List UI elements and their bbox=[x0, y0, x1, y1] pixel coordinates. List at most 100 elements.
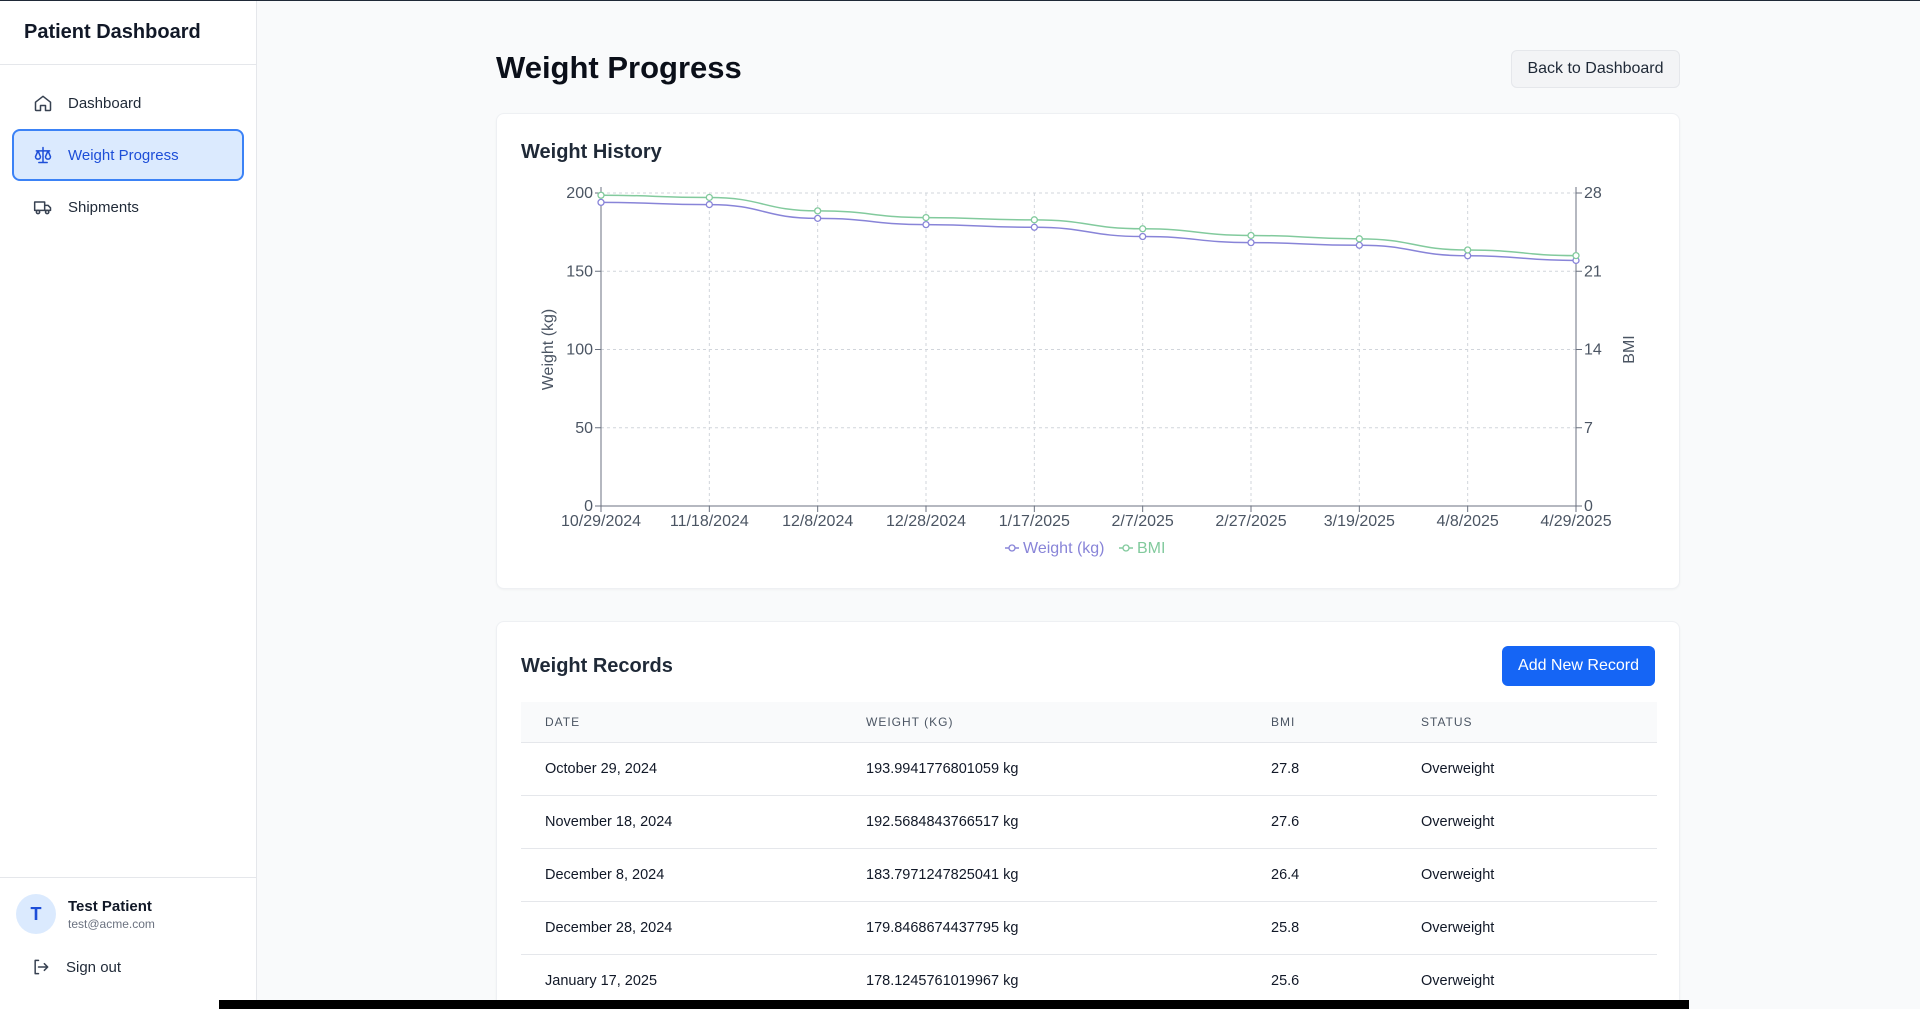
cell-date: January 17, 2025 bbox=[545, 973, 658, 989]
signout-label: Sign out bbox=[66, 958, 122, 976]
cell-status: Overweight bbox=[1421, 814, 1495, 830]
legend-swatch-marker bbox=[1122, 544, 1130, 552]
cell-bmi: 25.8 bbox=[1271, 920, 1300, 936]
cell-bmi: 27.6 bbox=[1271, 814, 1300, 830]
cell-weight: 192.5684843766517 kg bbox=[866, 814, 1019, 830]
cell-bmi: 26.4 bbox=[1271, 867, 1300, 883]
y-tick-label-right: 7 bbox=[1584, 420, 1593, 437]
sidebar-item-dashboard[interactable]: Dashboard bbox=[12, 77, 244, 129]
y-tick-label-right: 21 bbox=[1584, 263, 1602, 280]
data-point-bmi bbox=[1572, 251, 1580, 260]
data-point-bmi bbox=[1139, 225, 1147, 233]
weight-history-card: Weight History 0 50 100 150 200 0 7 14 21 28 10/29… bbox=[496, 113, 1680, 589]
data-point-weight bbox=[814, 214, 822, 223]
page-title: Weight Progress bbox=[496, 50, 742, 85]
col-header-date[interactable]: DATE bbox=[521, 715, 866, 729]
series-line-bmi bbox=[600, 194, 1577, 257]
data-point-bmi bbox=[1030, 216, 1038, 224]
signout-button[interactable]: Sign out bbox=[0, 944, 256, 990]
avatar: T bbox=[16, 894, 56, 934]
cell-date: December 8, 2024 bbox=[545, 867, 665, 883]
sidebar-nav: Dashboard Weight Progress Shipments bbox=[0, 65, 256, 245]
cell-date: December 28, 2024 bbox=[545, 920, 673, 936]
data-point-weight bbox=[1030, 223, 1038, 231]
bottom-bar bbox=[219, 1000, 1689, 1009]
y-tick-label-left: 100 bbox=[566, 342, 593, 359]
legend-label-bmi: BMI bbox=[1137, 540, 1165, 557]
x-tick-label: 11/18/2024 bbox=[670, 513, 749, 530]
data-point-bmi bbox=[1247, 231, 1255, 240]
sidebar-item-label: Shipments bbox=[68, 198, 139, 216]
cell-weight: 178.1245761019967 kg bbox=[866, 973, 1019, 989]
sidebar-item-label: Weight Progress bbox=[68, 146, 179, 164]
x-tick-label: 4/29/2025 bbox=[1540, 513, 1611, 530]
user-email: test@acme.com bbox=[68, 916, 155, 931]
table-row[interactable]: November 18, 2024 192.5684843766517 kg 27.… bbox=[521, 796, 1657, 849]
table-row[interactable]: December 28, 2024 179.8468674437795 kg 25.… bbox=[521, 902, 1657, 955]
cell-bmi: 27.8 bbox=[1271, 761, 1300, 777]
data-point-bmi bbox=[1355, 235, 1363, 243]
col-header-status[interactable]: STATUS bbox=[1421, 715, 1657, 729]
col-header-weight[interactable]: WEIGHT (KG) bbox=[866, 715, 1271, 729]
top-border bbox=[0, 0, 1920, 1]
sidebar-item-shipments[interactable]: Shipments bbox=[12, 181, 244, 233]
weight-history-chart: 0501001502000714212810/29/2024 11/18/2024… bbox=[540, 185, 1638, 557]
y-tick-label-left: 50 bbox=[575, 420, 593, 437]
y-tick-label-right: 14 bbox=[1584, 342, 1602, 359]
home-icon bbox=[32, 92, 54, 114]
x-tick-label: 2/27/2025 bbox=[1215, 513, 1286, 530]
y-tick-label-left: 200 bbox=[566, 185, 593, 202]
back-to-dashboard-button[interactable]: Back to Dashboard bbox=[1511, 50, 1680, 88]
data-point-weight bbox=[1355, 241, 1363, 249]
table-row[interactable]: October 29, 2024 193.9941776801059 kg 27.8… bbox=[521, 743, 1657, 796]
records-card-title: Weight Records bbox=[521, 655, 673, 677]
y-axis-label-right: BMI bbox=[1621, 335, 1638, 363]
data-point-bmi bbox=[705, 193, 713, 202]
data-point-weight bbox=[1247, 238, 1255, 247]
col-header-bmi[interactable]: BMI bbox=[1271, 715, 1421, 729]
sidebar-item-weight-progress[interactable]: Weight Progress bbox=[12, 129, 244, 181]
cell-status: Overweight bbox=[1421, 973, 1495, 989]
x-tick-label: 3/19/2025 bbox=[1324, 513, 1395, 530]
cell-weight: 193.9941776801059 kg bbox=[866, 761, 1019, 777]
scale-icon bbox=[32, 144, 54, 166]
cell-date: October 29, 2024 bbox=[545, 761, 658, 777]
x-tick-label: 10/29/2024 bbox=[561, 513, 641, 530]
data-point-bmi bbox=[814, 207, 822, 215]
cell-bmi: 25.6 bbox=[1271, 973, 1300, 989]
legend-swatch-marker bbox=[1008, 544, 1016, 552]
records-table: DATE WEIGHT (KG) BMI STATUS October 29, … bbox=[521, 702, 1657, 1008]
x-tick-label: 12/28/2024 bbox=[886, 513, 966, 530]
legend-label-weight: Weight (kg) bbox=[1023, 540, 1105, 557]
x-tick-label: 1/17/2025 bbox=[999, 513, 1070, 530]
cell-status: Overweight bbox=[1421, 920, 1495, 936]
x-tick-label: 12/8/2024 bbox=[782, 513, 853, 530]
y-tick-label-left: 150 bbox=[566, 263, 593, 280]
sidebar-footer: T Test Patient test@acme.com Sign out bbox=[0, 877, 256, 1009]
table-header: DATE WEIGHT (KG) BMI STATUS bbox=[521, 702, 1657, 743]
cell-weight: 183.7971247825041 kg bbox=[866, 867, 1019, 883]
user-name: Test Patient bbox=[68, 897, 152, 915]
data-point-weight bbox=[705, 200, 713, 209]
x-tick-label: 2/7/2025 bbox=[1112, 513, 1174, 530]
weight-records-card: Weight Records Add New Record DATE WEIGH… bbox=[496, 621, 1680, 1009]
data-point-bmi bbox=[922, 213, 930, 222]
sidebar: Patient Dashboard Dashboard Weight Progr… bbox=[0, 1, 257, 1009]
cell-status: Overweight bbox=[1421, 867, 1495, 883]
sidebar-item-label: Dashboard bbox=[68, 94, 142, 112]
logout-icon bbox=[30, 956, 52, 978]
series-line-weight bbox=[600, 201, 1577, 262]
data-point-weight bbox=[1139, 232, 1147, 241]
y-tick-label-right: 28 bbox=[1584, 185, 1602, 202]
data-point-bmi bbox=[597, 191, 605, 199]
cell-status: Overweight bbox=[1421, 761, 1495, 777]
data-point-bmi bbox=[1464, 246, 1472, 254]
add-new-record-button[interactable]: Add New Record bbox=[1502, 646, 1655, 686]
user-profile: T Test Patient test@acme.com bbox=[0, 878, 256, 944]
x-tick-label: 4/8/2025 bbox=[1437, 513, 1499, 530]
data-point-weight bbox=[922, 220, 930, 229]
table-row[interactable]: December 8, 2024 183.7971247825041 kg 26.4… bbox=[521, 849, 1657, 902]
y-axis-label-left: Weight (kg) bbox=[540, 309, 557, 391]
truck-icon bbox=[32, 196, 54, 218]
data-point-weight bbox=[597, 198, 605, 207]
